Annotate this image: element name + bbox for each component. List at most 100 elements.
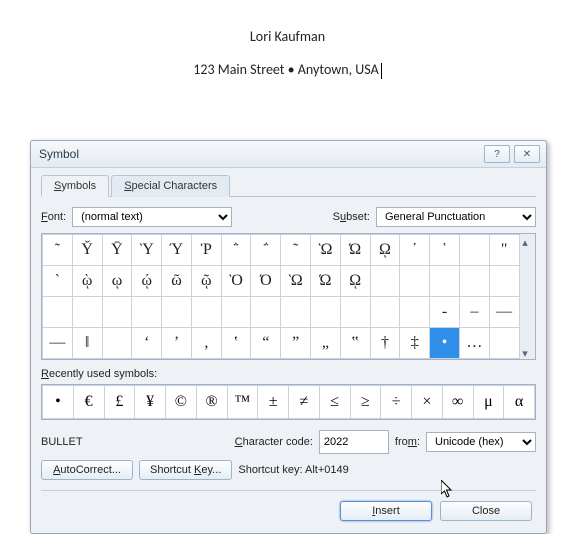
close-x-button[interactable]: ✕ [514,145,540,163]
shortcut-key-button[interactable]: Shortcut Key... [139,460,232,480]
recent-symbol-cell[interactable]: ∞ [442,386,473,419]
symbol-cell[interactable]: ‐ [430,297,460,328]
symbol-cell[interactable]: ‛ [221,328,251,359]
recent-symbol-cell[interactable]: © [166,386,197,419]
symbol-cell[interactable] [191,297,221,328]
symbol-cell[interactable] [430,266,460,297]
recent-symbol-cell[interactable]: ≥ [350,386,381,419]
from-combo[interactable]: Unicode (hex) [426,432,536,452]
titlebar[interactable]: Symbol ? ✕ [31,141,546,168]
scroll-down-icon[interactable]: ▾ [522,347,532,357]
symbol-cell[interactable]: – [459,297,489,328]
symbol-cell[interactable]: † [370,328,400,359]
symbol-cell[interactable] [311,297,341,328]
symbol-cell[interactable] [132,297,162,328]
symbol-cell[interactable] [102,297,132,328]
symbol-cell[interactable] [340,297,370,328]
insert-button[interactable]: Insert [340,501,432,521]
symbol-cell[interactable]: ῷ [191,266,221,297]
recent-symbol-cell[interactable]: ≠ [289,386,320,419]
subset-combo[interactable]: General Punctuation [376,207,536,227]
symbol-cell[interactable]: Ώ [340,235,370,266]
symbol-cell[interactable]: — [489,297,519,328]
symbol-cell[interactable]: “ [251,328,281,359]
recent-symbol-cell[interactable]: • [43,386,74,419]
symbol-cell[interactable]: Ῡ [102,235,132,266]
symbol-cell[interactable]: ΄ [400,235,430,266]
symbol-cell[interactable] [162,297,192,328]
character-code-input[interactable] [319,430,389,454]
symbol-cell[interactable]: Ό [251,266,281,297]
recent-symbol-cell[interactable]: ÷ [381,386,412,419]
symbol-cell[interactable]: Ὸ [221,266,251,297]
symbol-cell[interactable] [459,266,489,297]
symbol-cell[interactable]: ῾ [430,235,460,266]
recent-symbol-cell[interactable]: ¥ [135,386,166,419]
symbol-cell[interactable]: Ὺ [132,235,162,266]
autocorrect-button[interactable]: AutoCorrect... [41,460,133,480]
symbol-cell[interactable]: ῼ [370,235,400,266]
symbol-cell[interactable]: ῲ [72,266,102,297]
symbol-cell[interactable]: Ῥ [191,235,221,266]
recent-symbol-cell[interactable]: × [412,386,443,419]
grid-scrollbar[interactable]: ▴ ▾ [520,234,536,359]
symbol-cell[interactable]: ” [281,328,311,359]
tab-strip: Symbols Special Characters [41,174,536,197]
symbol-cell[interactable]: ῀ [281,235,311,266]
symbol-cell[interactable]: ― [43,328,73,359]
symbol-cell[interactable]: ῀ [43,235,73,266]
symbol-cell[interactable] [459,235,489,266]
symbol-cell[interactable] [43,297,73,328]
symbol-cell[interactable]: Ῠ [72,235,102,266]
recent-symbol-cell[interactable]: μ [473,386,504,419]
symbol-cell[interactable] [221,297,251,328]
symbol-cell[interactable]: Ὼ [311,235,341,266]
symbol-cell[interactable]: ῭ [221,235,251,266]
recent-symbol-cell[interactable]: ≤ [319,386,350,419]
symbol-cell[interactable] [489,266,519,297]
symbol-cell[interactable]: Ώ [311,266,341,297]
symbol-cell[interactable]: ‘ [132,328,162,359]
close-button[interactable]: Close [440,501,532,521]
symbol-cell[interactable] [400,266,430,297]
symbol-cell[interactable]: ’ [162,328,192,359]
symbol-cell[interactable] [251,297,281,328]
recent-symbol-cell[interactable]: £ [104,386,135,419]
symbol-cell[interactable] [281,297,311,328]
symbol-cell[interactable] [370,297,400,328]
symbol-cell[interactable] [102,328,132,359]
symbol-cell[interactable]: Ύ [162,235,192,266]
symbol-cell[interactable] [400,297,430,328]
symbol-cell[interactable]: ‖ [72,328,102,359]
symbol-cell[interactable] [370,266,400,297]
symbol-cell[interactable]: Ὼ [281,266,311,297]
recent-symbol-cell[interactable]: € [73,386,104,419]
recent-symbol-cell[interactable]: ± [258,386,289,419]
symbol-cell[interactable]: ` [43,266,73,297]
document-name: Lori Kaufman [0,28,575,45]
symbol-cell[interactable] [489,328,519,359]
symbol-cell[interactable]: " [489,235,519,266]
symbol-grid-table: ῀ῨῩῪΎῬ῭΅῀ῺΏῼ΄῾ "`ῲῳῴῶῷῸΌῺΏῼ ‐–—―‖ ‘’‚‛“”… [42,234,520,359]
symbol-cell[interactable]: ‟ [340,328,370,359]
recent-symbol-cell[interactable]: ™ [227,386,258,419]
tab-symbols[interactable]: Symbols [41,175,109,197]
symbol-cell[interactable]: … [459,328,489,359]
symbol-cell[interactable]: „ [311,328,341,359]
symbol-cell[interactable]: ῳ [102,266,132,297]
tab-special-characters[interactable]: Special Characters [111,175,230,197]
from-label: from: [395,436,420,448]
font-combo[interactable]: (normal text) [72,207,232,227]
symbol-cell[interactable]: ΅ [251,235,281,266]
scroll-up-icon[interactable]: ▴ [522,236,532,246]
symbol-cell[interactable] [72,297,102,328]
symbol-cell[interactable]: • [430,328,460,359]
help-button[interactable]: ? [484,145,510,163]
recent-symbol-cell[interactable]: ® [196,386,227,419]
symbol-cell[interactable]: ῼ [340,266,370,297]
recent-symbol-cell[interactable]: α [504,386,535,419]
symbol-cell[interactable]: ‡ [400,328,430,359]
symbol-cell[interactable]: ῶ [162,266,192,297]
symbol-cell[interactable]: ‚ [191,328,221,359]
symbol-cell[interactable]: ῴ [132,266,162,297]
